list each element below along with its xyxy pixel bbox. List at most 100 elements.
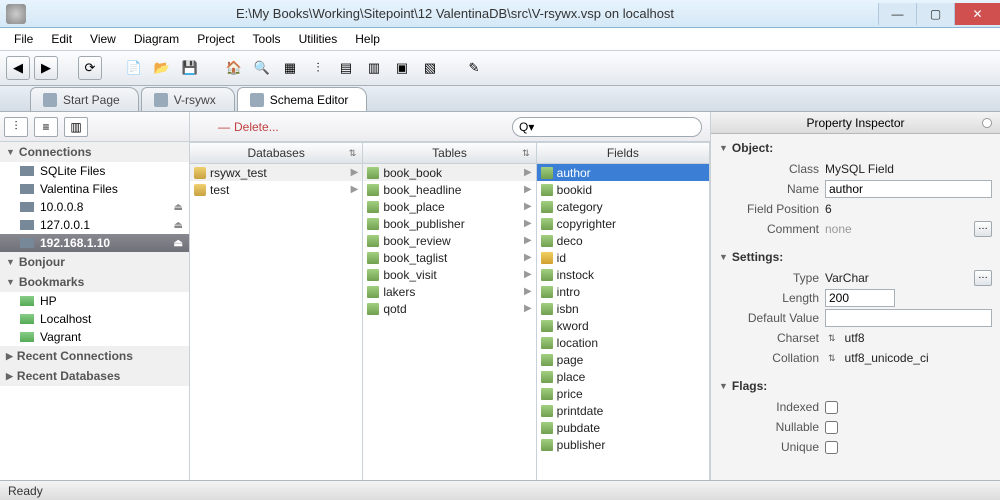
sidebar-section-recent-databases[interactable]: ▶Recent Databases <box>0 366 189 386</box>
default-input[interactable] <box>825 309 992 327</box>
length-input[interactable] <box>825 289 895 307</box>
collation-value[interactable]: utf8_unicode_ci <box>845 351 992 365</box>
menu-project[interactable]: Project <box>189 30 242 48</box>
row-author[interactable]: author <box>537 164 709 181</box>
row-rsywx_test[interactable]: rsywx_test▶ <box>190 164 362 181</box>
home-icon[interactable]: 🏠 <box>222 56 246 80</box>
sidebar-item-sqlite-files[interactable]: SQLite Files <box>0 162 189 180</box>
brush-icon[interactable]: ✎ <box>462 56 486 80</box>
row-book_review[interactable]: book_review▶ <box>363 232 535 249</box>
chevron-right-icon: ▶ <box>524 167 532 178</box>
row-place[interactable]: place <box>537 368 709 385</box>
object-section-header[interactable]: ▼Object: <box>719 141 992 155</box>
tool5-icon[interactable]: ▤ <box>334 56 358 80</box>
sidebar-section-recent-connections[interactable]: ▶Recent Connections <box>0 346 189 366</box>
row-qotd[interactable]: qotd▶ <box>363 300 535 317</box>
row-printdate[interactable]: printdate <box>537 402 709 419</box>
row-book_publisher[interactable]: book_publisher▶ <box>363 215 535 232</box>
menu-utilities[interactable]: Utilities <box>291 30 346 48</box>
server-icon <box>20 220 34 230</box>
row-pubdate[interactable]: pubdate <box>537 419 709 436</box>
row-lakers[interactable]: lakers▶ <box>363 283 535 300</box>
forward-button[interactable]: ▶ <box>34 56 58 80</box>
inspector-dot-icon[interactable] <box>982 118 992 128</box>
open-icon[interactable]: 📂 <box>150 56 174 80</box>
eject-icon[interactable]: ⏏ <box>174 202 183 213</box>
tool6-icon[interactable]: ▥ <box>362 56 386 80</box>
view-tree-button[interactable]: ⫶ <box>4 117 28 137</box>
menu-view[interactable]: View <box>82 30 124 48</box>
search-box[interactable]: Q▾ <box>512 117 702 137</box>
menu-help[interactable]: Help <box>347 30 388 48</box>
search-input[interactable] <box>534 120 695 134</box>
menu-diagram[interactable]: Diagram <box>126 30 187 48</box>
fields-header[interactable]: Fields <box>537 142 710 163</box>
row-book_place[interactable]: book_place▶ <box>363 198 535 215</box>
flags-section-header[interactable]: ▼Flags: <box>719 379 992 393</box>
sidebar-item-10-0-0-8[interactable]: 10.0.0.8⏏ <box>0 198 189 216</box>
tables-header[interactable]: Tables⇅ <box>363 142 536 163</box>
row-bookid[interactable]: bookid <box>537 181 709 198</box>
settings-section-header[interactable]: ▼Settings: <box>719 250 992 264</box>
sidebar-section-bookmarks[interactable]: ▼Bookmarks <box>0 272 189 292</box>
row-price[interactable]: price <box>537 385 709 402</box>
delete-button[interactable]: — Delete... <box>218 120 279 134</box>
type-more-button[interactable]: … <box>974 270 992 286</box>
titlebar: E:\My Books\Working\Sitepoint\12 Valenti… <box>0 0 1000 28</box>
row-instock[interactable]: instock <box>537 266 709 283</box>
new-icon[interactable]: 📄 <box>122 56 146 80</box>
type-value[interactable]: VarChar <box>825 271 968 285</box>
nullable-checkbox[interactable] <box>825 421 838 434</box>
row-book_visit[interactable]: book_visit▶ <box>363 266 535 283</box>
maximize-button[interactable]: ▢ <box>916 3 954 25</box>
name-input[interactable] <box>825 180 992 198</box>
search-icon[interactable]: 🔍 <box>250 56 274 80</box>
sidebar-item-localhost[interactable]: Localhost <box>0 310 189 328</box>
sidebar-item-hp[interactable]: HP <box>0 292 189 310</box>
sidebar-section-bonjour[interactable]: ▼Bonjour <box>0 252 189 272</box>
sidebar-item-valentina-files[interactable]: Valentina Files <box>0 180 189 198</box>
row-intro[interactable]: intro <box>537 283 709 300</box>
menu-tools[interactable]: Tools <box>245 30 289 48</box>
row-location[interactable]: location <box>537 334 709 351</box>
row-id[interactable]: id <box>537 249 709 266</box>
row-deco[interactable]: deco <box>537 232 709 249</box>
tool8-icon[interactable]: ▧ <box>418 56 442 80</box>
sidebar-item-192-168-1-10[interactable]: 192.168.1.10⏏ <box>0 234 189 252</box>
view-list-button[interactable]: ≡ <box>34 117 58 137</box>
tab-start-page[interactable]: Start Page <box>30 87 139 111</box>
menu-file[interactable]: File <box>6 30 41 48</box>
back-button[interactable]: ◀ <box>6 56 30 80</box>
tab-schema-editor[interactable]: Schema Editor <box>237 87 368 111</box>
sidebar-item-vagrant[interactable]: Vagrant <box>0 328 189 346</box>
indexed-checkbox[interactable] <box>825 401 838 414</box>
comment-more-button[interactable]: … <box>974 221 992 237</box>
eject-icon[interactable]: ⏏ <box>174 220 183 231</box>
charset-value[interactable]: utf8 <box>845 331 992 345</box>
sql-icon[interactable]: ▦ <box>278 56 302 80</box>
unique-checkbox[interactable] <box>825 441 838 454</box>
sidebar-section-connections[interactable]: ▼Connections <box>0 142 189 162</box>
row-copyrighter[interactable]: copyrighter <box>537 215 709 232</box>
row-book_taglist[interactable]: book_taglist▶ <box>363 249 535 266</box>
sidebar-item-127-0-0-1[interactable]: 127.0.0.1⏏ <box>0 216 189 234</box>
tool7-icon[interactable]: ▣ <box>390 56 414 80</box>
row-book_headline[interactable]: book_headline▶ <box>363 181 535 198</box>
row-test[interactable]: test▶ <box>190 181 362 198</box>
close-button[interactable]: ✕ <box>954 3 1000 25</box>
diagram-icon[interactable]: ⫶ <box>306 56 330 80</box>
menu-edit[interactable]: Edit <box>43 30 80 48</box>
eject-icon[interactable]: ⏏ <box>174 238 183 249</box>
row-isbn[interactable]: isbn <box>537 300 709 317</box>
refresh-button[interactable]: ⟳ <box>78 56 102 80</box>
view-columns-button[interactable]: ▥ <box>64 117 88 137</box>
minimize-button[interactable]: — <box>878 3 916 25</box>
row-book_book[interactable]: book_book▶ <box>363 164 535 181</box>
row-page[interactable]: page <box>537 351 709 368</box>
tab-v-rsywx[interactable]: V-rsywx <box>141 87 235 111</box>
databases-header[interactable]: Databases⇅ <box>190 142 363 163</box>
row-publisher[interactable]: publisher <box>537 436 709 453</box>
save-icon[interactable]: 💾 <box>178 56 202 80</box>
row-category[interactable]: category <box>537 198 709 215</box>
row-kword[interactable]: kword <box>537 317 709 334</box>
